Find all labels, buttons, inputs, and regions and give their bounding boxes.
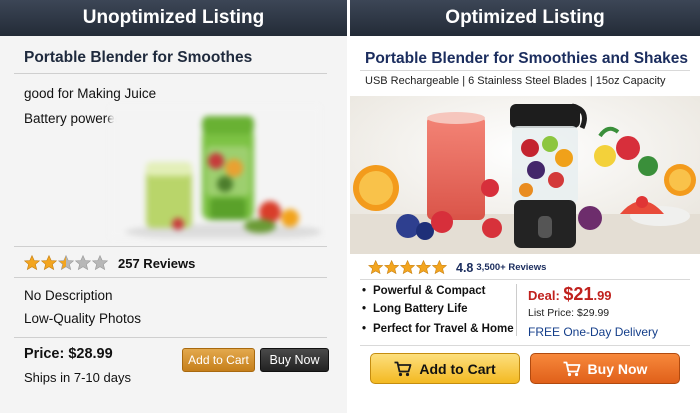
shipping-info: Ships in 7-10 days <box>24 370 131 385</box>
divider <box>14 73 327 74</box>
divider <box>14 277 327 278</box>
buy-now-button[interactable]: Buy Now <box>530 353 680 384</box>
cart-icon <box>394 361 412 376</box>
rating-value: 4.8 <box>456 260 474 275</box>
review-count[interactable]: 3,500+ Reviews <box>476 262 546 273</box>
divider <box>14 246 327 247</box>
description-line: good for Making Juice <box>24 86 157 101</box>
feature-bullet: Powerful & Compact <box>362 285 486 297</box>
listing-note: No Description <box>24 288 113 303</box>
feature-bullet: Perfect for Travel & Home <box>362 323 514 335</box>
panel-header: Unoptimized Listing <box>0 0 347 36</box>
add-to-cart-button[interactable]: Add to Cart <box>182 348 255 372</box>
optimized-listing-panel: Optimized Listing Portable Blender for S… <box>347 0 700 413</box>
add-to-cart-button[interactable]: Add to Cart <box>370 353 520 384</box>
description-line: Battery powered <box>24 111 123 126</box>
unoptimized-listing-panel: Unoptimized Listing Portable Blender for… <box>0 0 347 413</box>
listing-note: Low-Quality Photos <box>24 311 142 326</box>
buy-now-label: Buy Now <box>587 360 648 377</box>
product-photo[interactable] <box>350 96 700 254</box>
blurry-product-photo[interactable] <box>110 106 320 238</box>
panel-header: Optimized Listing <box>350 0 700 36</box>
star-rating-icons <box>24 255 108 270</box>
divider <box>516 284 517 336</box>
add-to-cart-label: Add to Cart <box>419 360 496 377</box>
feature-bullet: Long Battery Life <box>362 303 468 315</box>
review-count[interactable]: 257 Reviews <box>118 256 195 271</box>
delivery-info: FREE One-Day Delivery <box>528 325 659 339</box>
cart-icon <box>563 361 580 376</box>
divider <box>360 70 690 71</box>
price-label: Price: $28.99 <box>24 346 113 362</box>
divider <box>14 337 327 338</box>
product-title[interactable]: Portable Blender for Smoothes <box>24 49 252 67</box>
buy-now-button[interactable]: Buy Now <box>260 348 329 372</box>
list-price: List Price: $29.99 <box>528 307 610 319</box>
deal-dollars: $21 <box>563 284 594 304</box>
product-title[interactable]: Portable Blender for Smoothies and Shake… <box>365 50 688 68</box>
deal-label: Deal: <box>528 288 560 303</box>
product-subtitle: USB Rechargeable | 6 Stainless Steel Bla… <box>365 75 666 87</box>
divider <box>360 345 690 346</box>
star-rating: 257 Reviews <box>24 255 195 271</box>
star-rating: 4.8 3,500+ Reviews <box>367 260 546 275</box>
deal-price: Deal: $21.99 <box>528 284 612 305</box>
divider <box>360 279 690 280</box>
deal-cents: .99 <box>593 288 612 303</box>
star-rating-icons <box>368 260 447 275</box>
